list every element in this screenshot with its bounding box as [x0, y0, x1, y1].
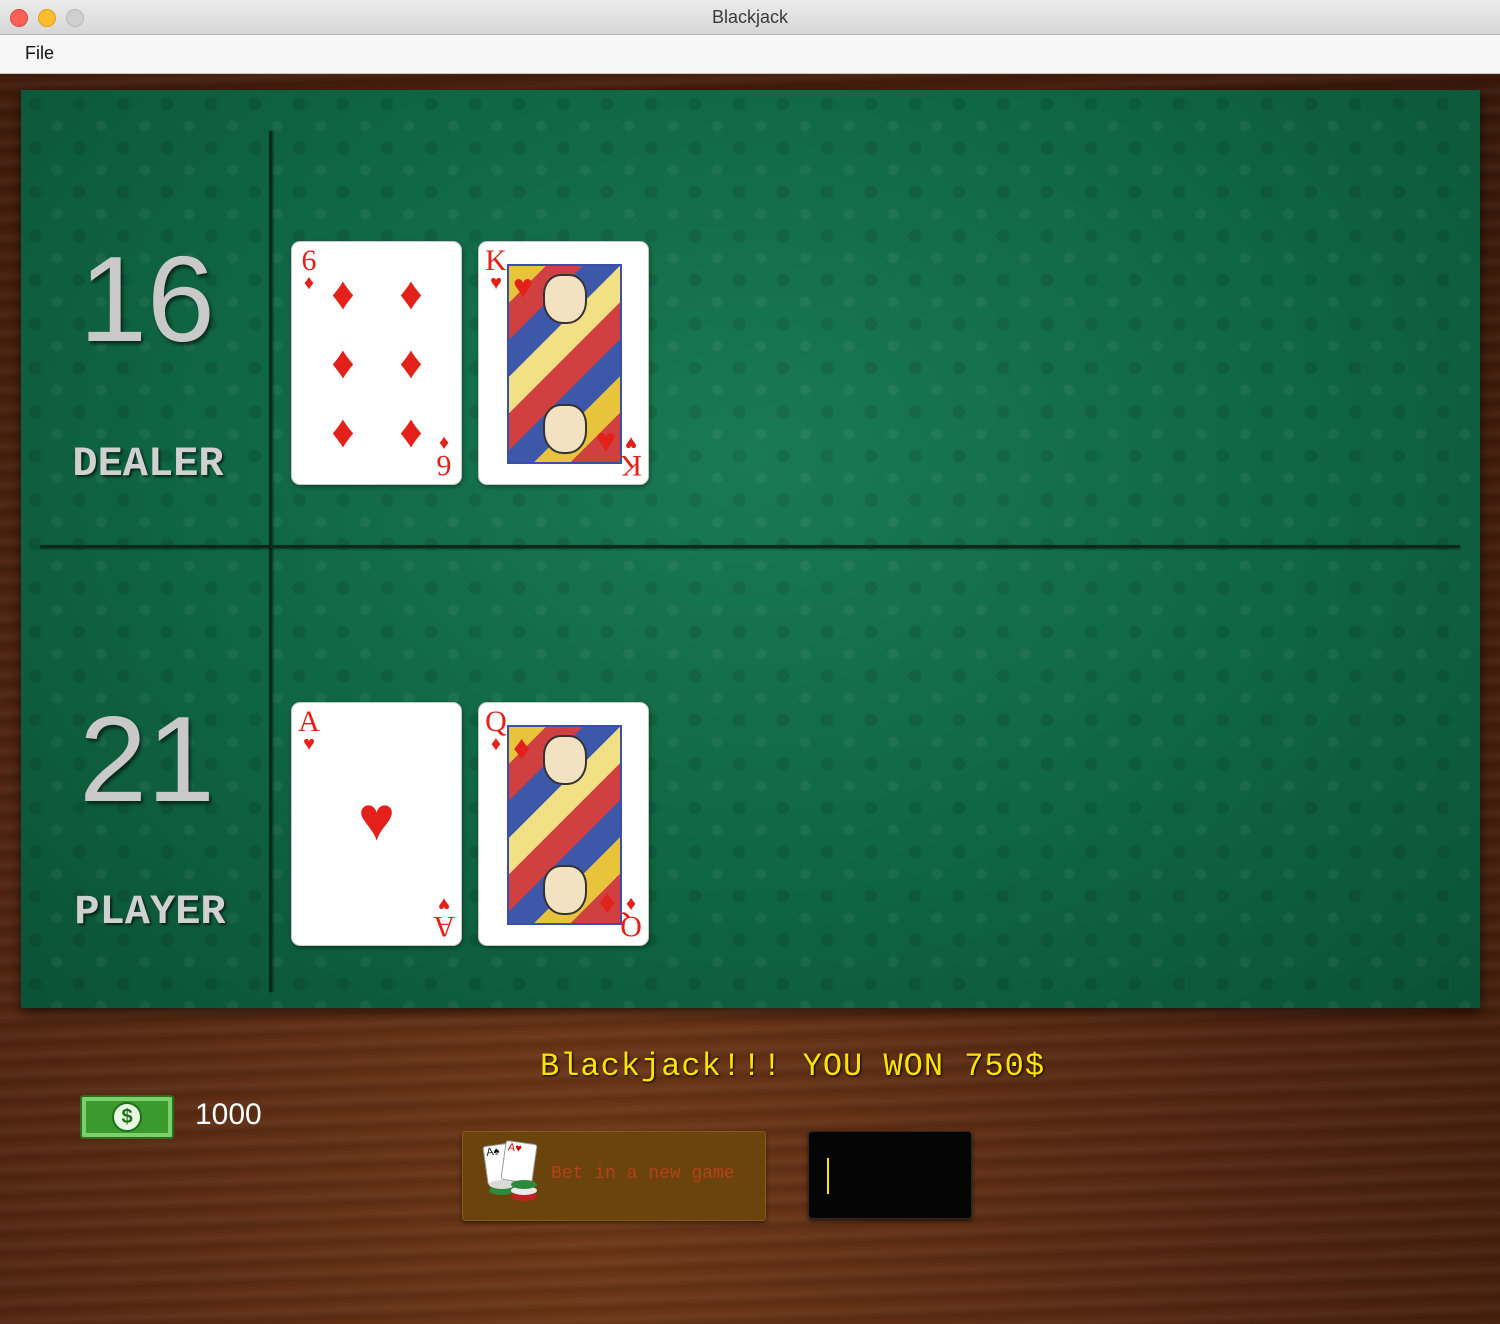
result-message: Blackjack!!! YOU WON 750$: [540, 1048, 1046, 1085]
card-corner-bottom: K ♥: [620, 432, 642, 482]
card-corner-top: 6 ♦: [298, 246, 320, 294]
horizontal-divider: [40, 545, 1460, 548]
card-corner-top: A ♥: [298, 707, 320, 755]
player-card-1: A ♥ ♥ A ♥: [291, 702, 462, 946]
card-corner-bottom: Q ♦: [620, 893, 642, 943]
dealer-card-1: 6 ♦ ♦ ♦ ♦ ♦ ♦ ♦ 6 ♦: [291, 241, 462, 485]
card-icon: A♥: [500, 1139, 538, 1185]
window-titlebar: Blackjack: [0, 0, 1500, 35]
cards-and-chips-icon: A♠ A♥: [482, 1139, 547, 1208]
menu-bar: File: [0, 35, 1500, 74]
diamond-icon: ♦: [331, 405, 355, 457]
queen-head-icon: [543, 865, 587, 915]
diamond-icon: ♦: [331, 267, 355, 319]
card-corner-bottom: 6 ♦: [433, 432, 455, 482]
card-corner-bottom: A ♥: [433, 893, 455, 943]
diamond-icon: ♦: [513, 729, 531, 767]
player-card-2: Q ♦ ♦ ♦ Q ♦: [478, 702, 649, 946]
dealer-card-2: K ♥ ♥ ♥ K ♥: [478, 241, 649, 485]
chip-icon: [511, 1180, 537, 1189]
felt-table: [21, 90, 1480, 1008]
heart-icon: ♥: [513, 268, 534, 306]
window-title: Blackjack: [711, 7, 789, 27]
diamond-icon: ♦: [399, 267, 423, 319]
king-head-icon: [543, 274, 587, 324]
diamond-icon: ♦: [399, 405, 423, 457]
vertical-divider: [269, 131, 272, 992]
balance-amount: 1000: [195, 1098, 262, 1131]
heart-icon: ♥: [595, 422, 616, 460]
card-corner-top: Q ♦: [485, 707, 507, 755]
diamond-icon: ♦: [399, 336, 423, 388]
heart-icon: ♥: [358, 785, 395, 854]
dollar-bill-icon: $: [80, 1095, 174, 1139]
bet-button-label: Bet in a new game: [551, 1164, 735, 1184]
diamond-icon: ♦: [331, 336, 355, 388]
player-label: PLAYER: [74, 888, 226, 936]
king-face-art: ♥ ♥: [507, 264, 622, 464]
text-caret: [827, 1158, 829, 1194]
bet-amount-input[interactable]: [808, 1131, 972, 1219]
dealer-score: 16: [79, 231, 215, 367]
card-corner-top: K ♥: [485, 246, 507, 294]
dealer-label: DEALER: [72, 440, 224, 488]
dollar-sign-icon: $: [112, 1102, 142, 1132]
player-score: 21: [79, 691, 215, 827]
queen-head-icon: [543, 735, 587, 785]
queen-face-art: ♦ ♦: [507, 725, 622, 925]
menu-file[interactable]: File: [25, 43, 54, 64]
king-head-icon: [543, 404, 587, 454]
diamond-icon: ♦: [598, 883, 616, 921]
bet-new-game-button[interactable]: A♠ A♥ Bet in a new game: [462, 1131, 766, 1221]
